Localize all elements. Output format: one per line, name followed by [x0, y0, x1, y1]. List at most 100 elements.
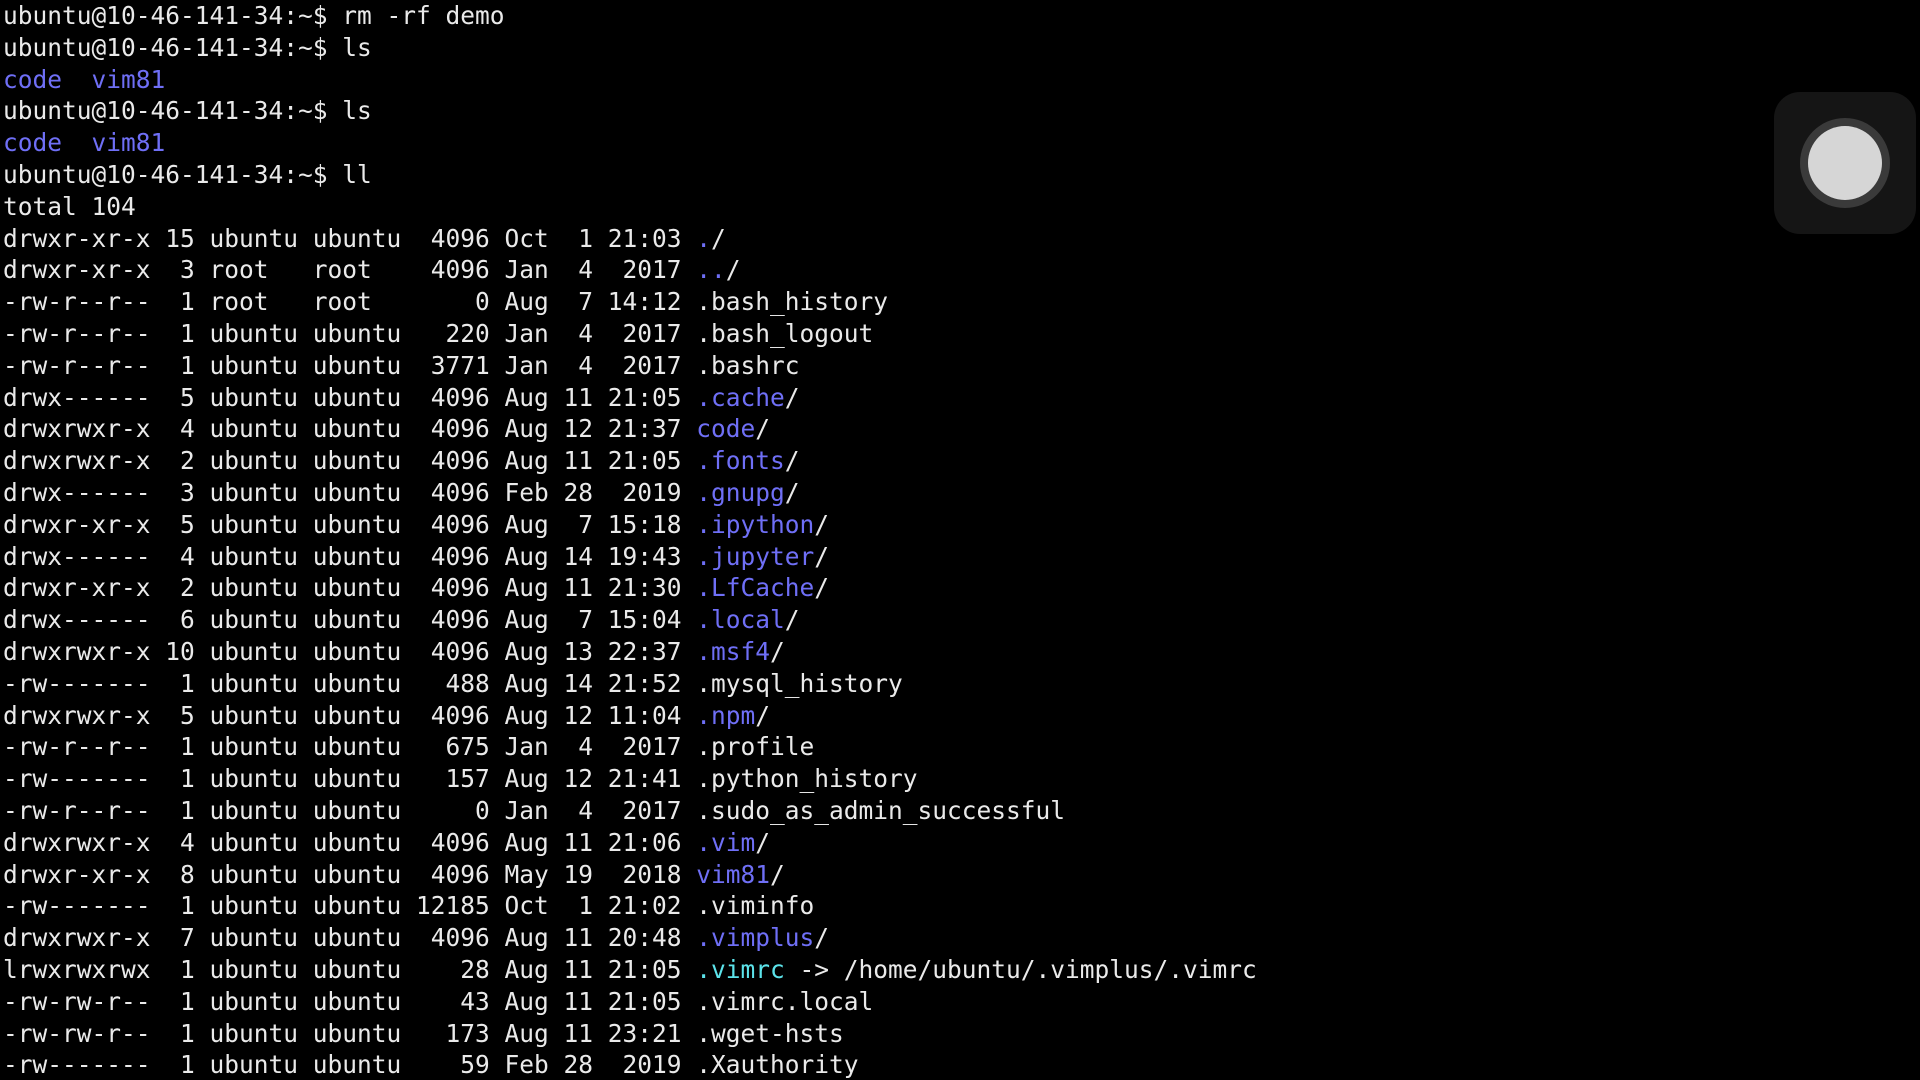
terminal-line: drwx------ 6 ubuntu ubuntu 4096 Aug 7 15… [3, 604, 1257, 636]
directory-name: .local [696, 605, 785, 635]
terminal-text: / [755, 414, 771, 444]
assistive-touch-button[interactable] [1774, 92, 1916, 234]
terminal-line: drwxrwxr-x 2 ubuntu ubuntu 4096 Aug 11 2… [3, 445, 1257, 477]
terminal-text: drwxr-xr-x 5 ubuntu ubuntu 4096 Aug 7 15… [3, 509, 697, 539]
directory-name: vim81 [696, 859, 771, 889]
directory-name: .LfCache [696, 573, 815, 603]
terminal-line: -rw-r--r-- 1 ubuntu ubuntu 3771 Jan 4 20… [3, 350, 1257, 382]
terminal-text: -rw-r--r-- 1 ubuntu ubuntu 0 Jan 4 2017 … [3, 795, 1066, 825]
directory-name: .cache [696, 382, 785, 412]
terminal-text: -rw-r--r-- 1 ubuntu ubuntu 220 Jan 4 201… [3, 318, 874, 348]
terminal-text: drwxrwxr-x 7 ubuntu ubuntu 4096 Aug 11 2… [3, 923, 697, 953]
assistive-touch-icon [1800, 118, 1890, 208]
terminal-output[interactable]: ubuntu@10-46-141-34:~$ rm -rf demo ubuntu… [3, 0, 1257, 1080]
terminal-line: drwx------ 3 ubuntu ubuntu 4096 Feb 28 2… [3, 477, 1257, 509]
terminal-text: drwx------ 4 ubuntu ubuntu 4096 Aug 14 1… [3, 541, 697, 571]
terminal-text: ubuntu@10-46-141-34:~$ rm -rf demo [3, 1, 505, 30]
terminal-text: -rw------- 1 ubuntu ubuntu 12185 Oct 1 2… [3, 891, 815, 921]
terminal-text: / [814, 509, 830, 539]
terminal-text: / [784, 382, 800, 412]
terminal-line: drwxrwxr-x 10 ubuntu ubuntu 4096 Aug 13 … [3, 636, 1257, 668]
terminal-line: -rw------- 1 ubuntu ubuntu 12185 Oct 1 2… [3, 890, 1257, 922]
directory-name: .vim [696, 827, 756, 857]
directory-name: code [3, 64, 63, 94]
directory-name: .ipython [696, 509, 815, 539]
terminal-text: ubuntu@10-46-141-34:~$ ls [3, 96, 372, 126]
terminal-line: drwxr-xr-x 15 ubuntu ubuntu 4096 Oct 1 2… [3, 223, 1257, 255]
terminal-window[interactable]: ubuntu@10-46-141-34:~$ rm -rf demo ubuntu… [0, 0, 1920, 1080]
terminal-text: / [784, 477, 800, 507]
terminal-text: / [814, 923, 830, 953]
terminal-line: -rw-r--r-- 1 ubuntu ubuntu 675 Jan 4 201… [3, 731, 1257, 763]
terminal-text: -rw------- 1 ubuntu ubuntu 157 Aug 12 21… [3, 764, 918, 794]
terminal-line: ubuntu@10-46-141-34:~$ ls [3, 95, 1257, 127]
terminal-line: -rw-rw-r-- 1 ubuntu ubuntu 43 Aug 11 21:… [3, 986, 1257, 1018]
terminal-text: / [784, 605, 800, 635]
terminal-text: -rw-r--r-- 1 ubuntu ubuntu 3771 Jan 4 20… [3, 350, 800, 380]
terminal-line: drwxr-xr-x 8 ubuntu ubuntu 4096 May 19 2… [3, 859, 1257, 891]
terminal-text: drwxr-xr-x 15 ubuntu ubuntu 4096 Oct 1 2… [3, 223, 697, 253]
terminal-line: drwx------ 4 ubuntu ubuntu 4096 Aug 14 1… [3, 541, 1257, 573]
terminal-line: total 104 [3, 191, 1257, 223]
terminal-line: drwxrwxr-x 4 ubuntu ubuntu 4096 Aug 12 2… [3, 413, 1257, 445]
terminal-line: -rw-r--r-- 1 ubuntu ubuntu 0 Jan 4 2017 … [3, 795, 1257, 827]
directory-name: .npm [696, 700, 756, 730]
terminal-line: ubuntu@10-46-141-34:~$ rm -rf demo [3, 0, 1257, 32]
terminal-text: drwxr-xr-x 3 root root 4096 Jan 4 2017 [3, 255, 697, 285]
directory-name: vim81 [91, 64, 166, 94]
terminal-text: drwxr-xr-x 2 ubuntu ubuntu 4096 Aug 11 2… [3, 573, 697, 603]
terminal-line: code vim81 [3, 64, 1257, 96]
terminal-text: -rw-r--r-- 1 ubuntu ubuntu 675 Jan 4 201… [3, 732, 815, 762]
terminal-text: drwxr-xr-x 8 ubuntu ubuntu 4096 May 19 2… [3, 859, 697, 889]
terminal-line: drwxr-xr-x 2 ubuntu ubuntu 4096 Aug 11 2… [3, 572, 1257, 604]
terminal-text: / [814, 573, 830, 603]
directory-name: .. [696, 255, 726, 285]
directory-name: .fonts [696, 446, 785, 476]
directory-name: .jupyter [696, 541, 815, 571]
terminal-line: drwxrwxr-x 4 ubuntu ubuntu 4096 Aug 11 2… [3, 827, 1257, 859]
symlink-name: .vimrc [696, 954, 785, 984]
terminal-text: / [814, 541, 830, 571]
directory-name: .vimplus [696, 923, 815, 953]
assistive-touch-dot [1808, 126, 1882, 200]
terminal-line: ubuntu@10-46-141-34:~$ ll [3, 159, 1257, 191]
terminal-text: ubuntu@10-46-141-34:~$ ll [3, 159, 372, 189]
terminal-line: -rw-r--r-- 1 root root 0 Aug 7 14:12 .ba… [3, 286, 1257, 318]
terminal-text: / [755, 700, 771, 730]
terminal-text: -rw------- 1 ubuntu ubuntu 59 Feb 28 201… [3, 1050, 859, 1080]
terminal-line: drwx------ 5 ubuntu ubuntu 4096 Aug 11 2… [3, 382, 1257, 414]
terminal-text: -rw------- 1 ubuntu ubuntu 488 Aug 14 21… [3, 668, 903, 698]
terminal-text: total 104 [3, 191, 136, 221]
terminal-line: -rw-rw-r-- 1 ubuntu ubuntu 173 Aug 11 23… [3, 1018, 1257, 1050]
directory-name: .gnupg [696, 477, 785, 507]
terminal-text: / [725, 255, 741, 285]
terminal-text: -rw-r--r-- 1 root root 0 Aug 7 14:12 .ba… [3, 287, 889, 317]
terminal-line: -rw------- 1 ubuntu ubuntu 488 Aug 14 21… [3, 668, 1257, 700]
terminal-line: -rw------- 1 ubuntu ubuntu 59 Feb 28 201… [3, 1049, 1257, 1080]
terminal-text: / [784, 446, 800, 476]
terminal-text: drwxrwxr-x 4 ubuntu ubuntu 4096 Aug 11 2… [3, 827, 697, 857]
terminal-text: -> /home/ubuntu/.vimplus/.vimrc [784, 954, 1257, 984]
directory-name: vim81 [91, 128, 166, 158]
terminal-text: drwxrwxr-x 2 ubuntu ubuntu 4096 Aug 11 2… [3, 446, 697, 476]
terminal-text: ubuntu@10-46-141-34:~$ ls [3, 32, 372, 62]
terminal-line: -rw------- 1 ubuntu ubuntu 157 Aug 12 21… [3, 763, 1257, 795]
terminal-text: drwxrwxr-x 10 ubuntu ubuntu 4096 Aug 13 … [3, 636, 697, 666]
terminal-line: drwxr-xr-x 3 root root 4096 Jan 4 2017 .… [3, 254, 1257, 286]
terminal-line: drwxr-xr-x 5 ubuntu ubuntu 4096 Aug 7 15… [3, 509, 1257, 541]
terminal-text: / [770, 859, 785, 889]
terminal-text: -rw-rw-r-- 1 ubuntu ubuntu 173 Aug 11 23… [3, 1018, 844, 1048]
directory-name: .msf4 [696, 636, 771, 666]
terminal-line: lrwxrwxrwx 1 ubuntu ubuntu 28 Aug 11 21:… [3, 954, 1257, 986]
terminal-text: drwxrwxr-x 4 ubuntu ubuntu 4096 Aug 12 2… [3, 414, 697, 444]
terminal-text: / [711, 223, 726, 253]
terminal-text: drwx------ 3 ubuntu ubuntu 4096 Feb 28 2… [3, 477, 697, 507]
terminal-text: drwx------ 5 ubuntu ubuntu 4096 Aug 11 2… [3, 382, 697, 412]
terminal-line: drwxrwxr-x 5 ubuntu ubuntu 4096 Aug 12 1… [3, 700, 1257, 732]
terminal-text: drwx------ 6 ubuntu ubuntu 4096 Aug 7 15… [3, 605, 697, 635]
terminal-line: ubuntu@10-46-141-34:~$ ls [3, 32, 1257, 64]
terminal-line: -rw-r--r-- 1 ubuntu ubuntu 220 Jan 4 201… [3, 318, 1257, 350]
terminal-line: drwxrwxr-x 7 ubuntu ubuntu 4096 Aug 11 2… [3, 922, 1257, 954]
